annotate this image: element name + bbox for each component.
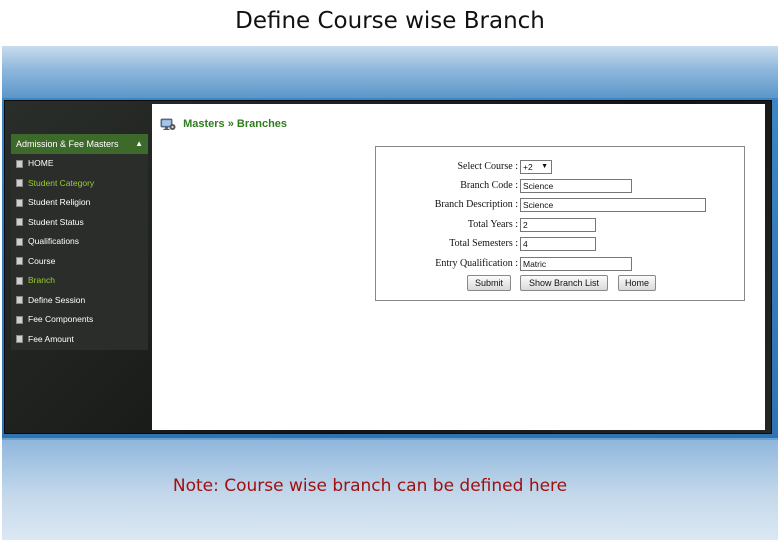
sidebar-item-label: Fee Components (28, 314, 94, 324)
row-branch-code: Branch Code : Science (376, 179, 744, 193)
bullet-icon (16, 179, 23, 188)
sidebar-item-label: Fee Amount (28, 333, 74, 344)
dropdown-arrow-icon: ▼ (541, 163, 548, 170)
bullet-icon (16, 315, 23, 324)
branch-code-input[interactable]: Science (520, 179, 632, 193)
total-semesters-label: Total Semesters : (449, 238, 518, 249)
main-content: Masters » Branches Select Course : +2 ▼ … (152, 104, 765, 430)
bullet-icon (16, 237, 23, 246)
branch-form: Select Course : +2 ▼ Branch Code : Scien… (375, 146, 745, 301)
sidebar-item-label: Student Status (28, 216, 84, 227)
sidebar-item-home[interactable]: HOME (11, 154, 148, 174)
sidebar: Admission & Fee Masters ▲ HOME Student Ca… (11, 134, 148, 350)
row-select-course: Select Course : +2 ▼ (376, 160, 744, 174)
total-years-label: Total Years : (467, 219, 518, 230)
row-total-semesters: Total Semesters : 4 (376, 237, 744, 251)
sidebar-item-label: Student Religion (28, 197, 91, 207)
entry-qualification-input[interactable]: Matric (520, 257, 632, 271)
breadcrumb-separator: » (227, 118, 234, 130)
bullet-icon (16, 296, 23, 305)
total-years-input[interactable]: 2 (520, 218, 596, 232)
breadcrumb: Masters » Branches (160, 115, 287, 133)
sidebar-item-label: Branch (28, 275, 55, 285)
sidebar-header[interactable]: Admission & Fee Masters ▲ (11, 134, 148, 154)
branch-description-input[interactable]: Science (520, 198, 706, 212)
sidebar-item-branch[interactable]: Branch (11, 271, 148, 291)
bullet-icon (16, 335, 23, 344)
row-branch-description: Branch Description : Science (376, 198, 744, 212)
bullet-icon (16, 276, 23, 285)
breadcrumb-masters[interactable]: Masters (183, 118, 225, 130)
sidebar-item-label: Define Session (28, 294, 86, 305)
sidebar-item-course[interactable]: Course (11, 252, 148, 272)
course-select[interactable]: +2 ▼ (520, 160, 552, 174)
branch-description-label: Branch Description : (434, 199, 518, 210)
bullet-icon (16, 218, 23, 227)
branch-code-label: Branch Code : (460, 180, 518, 191)
sidebar-item-label: Qualifications (28, 236, 80, 246)
slide-band-top (2, 46, 778, 98)
sidebar-item-fee-amount[interactable]: Fee Amount (11, 330, 148, 350)
sidebar-item-fee-components[interactable]: Fee Components (11, 310, 148, 330)
slide-title: Define Course wise Branch (0, 0, 780, 46)
slide-note: Note: Course wise branch can be defined … (172, 476, 568, 496)
home-button[interactable]: Home (618, 275, 656, 291)
monitor-gear-icon (160, 118, 176, 130)
collapse-caret-icon[interactable]: ▲ (135, 134, 143, 154)
sidebar-item-define-session[interactable]: Define Session (11, 291, 148, 311)
show-branch-list-button[interactable]: Show Branch List (520, 275, 608, 291)
sidebar-item-student-status[interactable]: Student Status (11, 213, 148, 233)
select-course-label: Select Course : (457, 161, 518, 172)
submit-button[interactable]: Submit (467, 275, 511, 291)
bullet-icon (16, 257, 23, 266)
sidebar-item-label: Student Category (28, 177, 95, 188)
entry-qualification-label: Entry Qualification : (435, 258, 518, 269)
bullet-icon (16, 159, 23, 168)
total-semesters-input[interactable]: 4 (520, 237, 596, 251)
sidebar-header-label: Admission & Fee Masters (16, 139, 119, 149)
sidebar-item-label: Course (28, 255, 56, 266)
sidebar-item-qualifications[interactable]: Qualifications (11, 232, 148, 252)
sidebar-item-student-category[interactable]: Student Category (11, 174, 148, 194)
row-total-years: Total Years : 2 (376, 218, 744, 232)
breadcrumb-branches: Branches (236, 118, 288, 130)
row-entry-qualification: Entry Qualification : Matric (376, 257, 744, 271)
sidebar-item-label: HOME (28, 158, 54, 168)
sidebar-item-student-religion[interactable]: Student Religion (11, 193, 148, 213)
bullet-icon (16, 198, 23, 207)
course-select-value: +2 (523, 162, 533, 172)
